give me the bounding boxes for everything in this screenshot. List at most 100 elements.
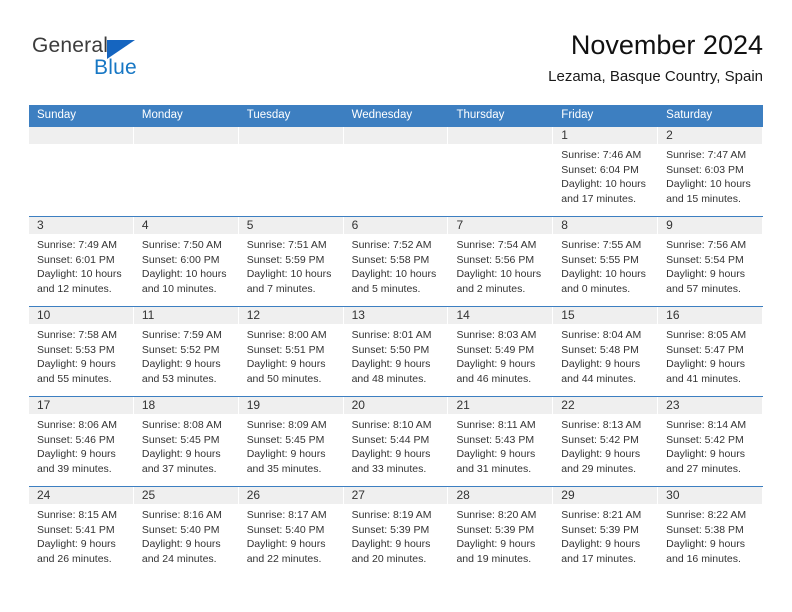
calendar-day-cell[interactable]: 20 Sunrise: 8:10 AM Sunset: 5:44 PM Dayligh… [343, 396, 449, 486]
day-details: Sunrise: 7:56 AM Sunset: 5:54 PM Daylight:… [658, 234, 763, 296]
day-number: 30 [666, 488, 680, 502]
daylight-text-line2: and 46 minutes. [456, 372, 532, 385]
calendar-day-cell[interactable]: 5 Sunrise: 7:51 AM Sunset: 5:59 PM Daylight… [238, 216, 344, 306]
calendar-day-cell[interactable]: 27 Sunrise: 8:19 AM Sunset: 5:39 PM Dayligh… [343, 486, 449, 575]
daylight-text-line2: and 20 minutes. [351, 552, 427, 565]
calendar-day-cell[interactable]: 21 Sunrise: 8:11 AM Sunset: 5:43 PM Dayligh… [448, 396, 554, 486]
calendar-day-cell[interactable]: 6 Sunrise: 7:52 AM Sunset: 5:58 PM Daylight… [343, 216, 449, 306]
day-number-band [238, 127, 344, 144]
sunset-text: Sunset: 5:59 PM [246, 253, 325, 266]
daylight-text-line1: Daylight: 9 hours [246, 358, 326, 371]
daylight-text-line2: and 55 minutes. [37, 372, 112, 385]
daylight-text-line2: and 22 minutes. [246, 552, 322, 565]
calendar-day-cell[interactable]: 2 Sunrise: 7:47 AM Sunset: 6:03 PM Daylight… [658, 126, 764, 216]
calendar-day-cell[interactable]: 4 Sunrise: 7:50 AM Sunset: 6:00 PM Daylight… [133, 216, 239, 306]
sunset-text: Sunset: 5:51 PM [246, 343, 325, 356]
day-number: 2 [666, 128, 673, 142]
day-details: Sunrise: 8:22 AM Sunset: 5:38 PM Daylight:… [658, 504, 763, 566]
day-number: 14 [456, 308, 470, 322]
day-number-band: 8 [553, 217, 659, 234]
sunrise-text: Sunrise: 8:13 AM [561, 419, 642, 431]
day-number-band: 26 [238, 487, 344, 504]
weekday-wednesday: Wednesday [351, 109, 413, 121]
day-details: Sunrise: 8:06 AM Sunset: 5:46 PM Daylight:… [29, 414, 134, 476]
sunset-text: Sunset: 5:56 PM [456, 253, 535, 266]
calendar-day-cell[interactable]: 19 Sunrise: 8:09 AM Sunset: 5:45 PM Dayligh… [238, 396, 344, 486]
calendar-day-cell[interactable]: 9 Sunrise: 7:56 AM Sunset: 5:54 PM Daylight… [658, 216, 764, 306]
daylight-text-line1: Daylight: 9 hours [37, 358, 116, 371]
calendar-day-cell[interactable]: 24 Sunrise: 8:15 AM Sunset: 5:41 PM Dayligh… [29, 486, 134, 575]
day-details: Sunrise: 7:47 AM Sunset: 6:03 PM Daylight:… [658, 144, 763, 206]
calendar-day-cell[interactable]: 1 Sunrise: 7:46 AM Sunset: 6:04 PM Daylight… [553, 126, 659, 216]
calendar-day-cell[interactable]: 15 Sunrise: 8:04 AM Sunset: 5:48 PM Dayligh… [553, 306, 659, 396]
calendar-day-cell[interactable]: 25 Sunrise: 8:16 AM Sunset: 5:40 PM Dayligh… [133, 486, 239, 575]
calendar-day-cell[interactable]: 23 Sunrise: 8:14 AM Sunset: 5:42 PM Dayligh… [658, 396, 764, 486]
sunset-text: Sunset: 5:48 PM [561, 343, 639, 356]
day-number-band: 4 [133, 217, 239, 234]
day-number-band: 12 [238, 307, 344, 324]
daylight-text-line2: and 44 minutes. [561, 372, 637, 385]
day-details: Sunrise: 7:58 AM Sunset: 5:53 PM Daylight:… [29, 324, 134, 386]
day-details: Sunrise: 8:09 AM Sunset: 5:45 PM Daylight:… [239, 414, 344, 476]
sunset-text: Sunset: 5:39 PM [456, 523, 535, 536]
daylight-text-line2: and 35 minutes. [246, 462, 322, 475]
day-number-band: 9 [658, 217, 764, 234]
calendar-day-cell[interactable]: 26 Sunrise: 8:17 AM Sunset: 5:40 PM Dayligh… [238, 486, 344, 575]
daylight-text-line1: Daylight: 9 hours [37, 448, 116, 461]
day-number-band [448, 127, 554, 144]
calendar-grid: Sunday Monday Tuesday Wednesday Thursday… [29, 105, 764, 575]
daylight-text-line2: and 16 minutes. [666, 552, 741, 565]
day-number: 21 [456, 398, 470, 412]
calendar-day-cell[interactable]: 22 Sunrise: 8:13 AM Sunset: 5:42 PM Dayligh… [553, 396, 659, 486]
calendar-day-cell[interactable]: 30 Sunrise: 8:22 AM Sunset: 5:38 PM Dayligh… [658, 486, 764, 575]
sunrise-text: Sunrise: 7:51 AM [246, 239, 327, 251]
day-details: Sunrise: 8:20 AM Sunset: 5:39 PM Daylight:… [448, 504, 553, 566]
day-number: 19 [246, 398, 261, 412]
sunrise-text: Sunrise: 7:59 AM [141, 329, 222, 341]
page-title: November 2024 [570, 30, 763, 60]
calendar-weeks: 1 Sunrise: 7:46 AM Sunset: 6:04 PM Daylight… [29, 126, 764, 575]
calendar-day-cell-empty [133, 126, 239, 216]
calendar-day-cell[interactable]: 11 Sunrise: 7:59 AM Sunset: 5:52 PM Dayligh… [133, 306, 239, 396]
day-number: 27 [351, 488, 365, 502]
calendar-day-cell[interactable]: 8 Sunrise: 7:55 AM Sunset: 5:55 PM Daylight… [553, 216, 659, 306]
daylight-text-line2: and 53 minutes. [141, 372, 217, 385]
calendar-day-cell[interactable]: 10 Sunrise: 7:58 AM Sunset: 5:53 PM Dayligh… [29, 306, 134, 396]
calendar-day-cell[interactable]: 12 Sunrise: 8:00 AM Sunset: 5:51 PM Dayligh… [238, 306, 344, 396]
sunrise-text: Sunrise: 8:01 AM [351, 329, 432, 341]
calendar-day-cell[interactable]: 17 Sunrise: 8:06 AM Sunset: 5:46 PM Dayligh… [29, 396, 134, 486]
calendar-day-cell[interactable]: 3 Sunrise: 7:49 AM Sunset: 6:01 PM Daylight… [29, 216, 134, 306]
weekday-friday: Friday [561, 109, 594, 121]
day-number: 20 [351, 398, 365, 412]
day-number: 12 [246, 308, 261, 322]
calendar-day-cell[interactable]: 18 Sunrise: 8:08 AM Sunset: 5:45 PM Dayligh… [133, 396, 239, 486]
day-number-band: 28 [448, 487, 554, 504]
calendar-day-cell-empty [448, 126, 554, 216]
day-number: 4 [141, 218, 149, 232]
day-number-band: 24 [29, 487, 134, 504]
daylight-text-line2: and 29 minutes. [561, 462, 637, 475]
day-details: Sunrise: 8:17 AM Sunset: 5:40 PM Daylight:… [239, 504, 344, 566]
day-details: Sunrise: 8:10 AM Sunset: 5:44 PM Daylight:… [344, 414, 449, 476]
calendar-day-cell[interactable]: 7 Sunrise: 7:54 AM Sunset: 5:56 PM Daylight… [448, 216, 554, 306]
general-blue-logo[interactable]: General Blue [32, 34, 192, 90]
daylight-text-line1: Daylight: 10 hours [666, 178, 751, 191]
day-number-band: 25 [133, 487, 239, 504]
sunrise-text: Sunrise: 8:20 AM [456, 509, 537, 521]
sunset-text: Sunset: 6:01 PM [37, 253, 115, 266]
daylight-text-line1: Daylight: 9 hours [561, 358, 641, 371]
daylight-text-line2: and 10 minutes. [141, 282, 217, 295]
calendar-day-cell[interactable]: 28 Sunrise: 8:20 AM Sunset: 5:39 PM Dayligh… [448, 486, 554, 575]
day-number-band: 21 [448, 397, 554, 414]
title-block: November 2024 Lezama, Basque Country, Sp… [548, 28, 763, 88]
day-number: 8 [561, 218, 568, 232]
calendar-day-cell[interactable]: 14 Sunrise: 8:03 AM Sunset: 5:49 PM Dayligh… [448, 306, 554, 396]
day-details: Sunrise: 8:01 AM Sunset: 5:50 PM Daylight:… [344, 324, 449, 386]
daylight-text-line1: Daylight: 9 hours [246, 448, 326, 461]
calendar-day-cell[interactable]: 13 Sunrise: 8:01 AM Sunset: 5:50 PM Dayligh… [343, 306, 449, 396]
calendar-day-cell[interactable]: 16 Sunrise: 8:05 AM Sunset: 5:47 PM Dayligh… [658, 306, 764, 396]
calendar-day-cell[interactable]: 29 Sunrise: 8:21 AM Sunset: 5:39 PM Dayligh… [553, 486, 659, 575]
daylight-text-line1: Daylight: 10 hours [37, 268, 122, 281]
sunset-text: Sunset: 5:43 PM [456, 433, 535, 446]
daylight-text-line2: and 17 minutes. [561, 192, 637, 205]
